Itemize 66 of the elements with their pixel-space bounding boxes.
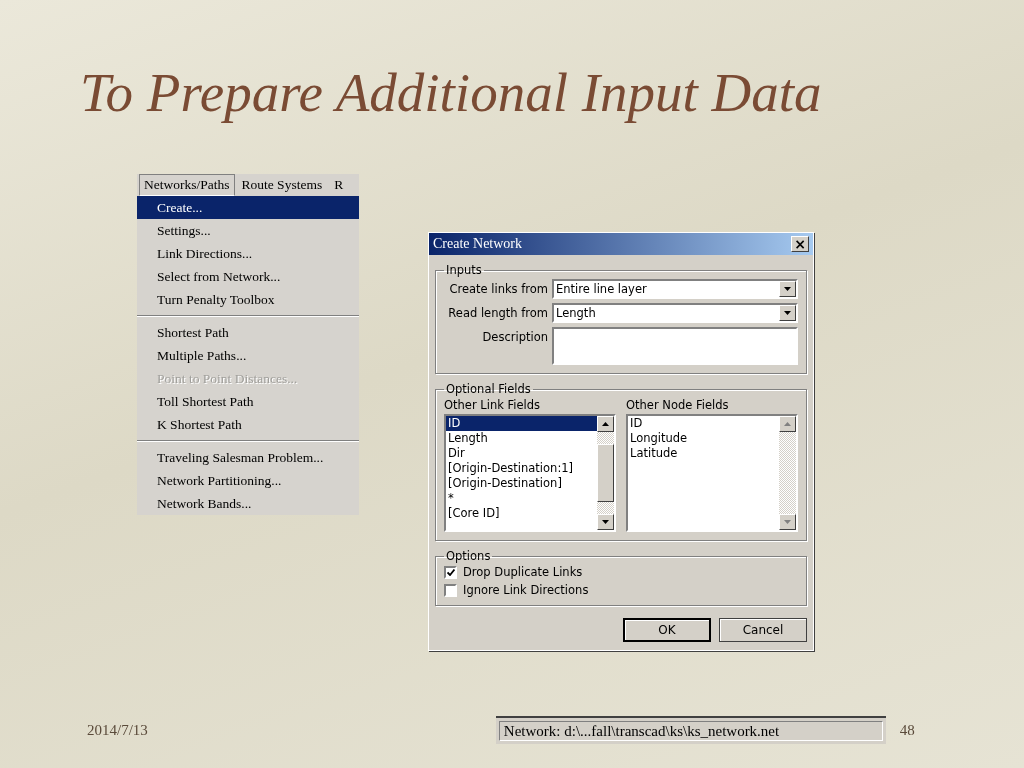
- menubar-item[interactable]: Route Systems: [236, 174, 328, 196]
- menu-item[interactable]: Turn Penalty Toolbox: [137, 288, 359, 311]
- dropdown-field[interactable]: Entire line layer: [552, 279, 798, 299]
- page-number: 48: [899, 721, 915, 739]
- list-item[interactable]: ID: [628, 416, 779, 431]
- list-item[interactable]: Latitude: [628, 446, 779, 461]
- scrollbar[interactable]: [779, 416, 796, 530]
- list-item[interactable]: *: [446, 491, 597, 506]
- group-label: Options: [445, 549, 492, 563]
- checkbox[interactable]: [444, 565, 457, 579]
- checkbox[interactable]: [444, 583, 457, 597]
- scroll-up-button[interactable]: [779, 416, 796, 432]
- checkmark-icon: [446, 568, 455, 576]
- list-label: Other Link Fields: [444, 398, 542, 412]
- list-label: Other Node Fields: [626, 398, 730, 412]
- slide-date: 2014/7/13: [87, 721, 148, 739]
- list-item[interactable]: [Origin-Destination:1]: [446, 461, 597, 476]
- dropdown-button[interactable]: [779, 281, 796, 297]
- dropdown-button[interactable]: [779, 305, 796, 321]
- list-item[interactable]: Longitude: [628, 431, 779, 446]
- menu-item[interactable]: Shortest Path: [137, 321, 359, 344]
- scroll-down-button[interactable]: [779, 514, 796, 530]
- close-button[interactable]: ×: [791, 236, 809, 252]
- dialog-button[interactable]: OK: [623, 618, 711, 642]
- menu-item[interactable]: Link Directions...: [137, 242, 359, 265]
- status-text: Network: d:\...fall\transcad\ks\ks_network.net: [498, 721, 883, 741]
- list-box[interactable]: ID Longitude Latitude: [626, 414, 798, 532]
- dialog-button[interactable]: Cancel: [719, 618, 807, 642]
- menu-item[interactable]: Traveling Salesman Problem...: [137, 446, 359, 469]
- list-item[interactable]: ID: [446, 416, 597, 431]
- field-label: Read length from: [447, 305, 548, 320]
- menu-item[interactable]: Network Partitioning...: [137, 469, 359, 492]
- up-arrow-icon: [602, 422, 609, 426]
- scroll-thumb[interactable]: [597, 444, 614, 502]
- menu-item[interactable]: Settings...: [137, 219, 359, 242]
- menu-item[interactable]: Toll Shortest Path: [137, 390, 359, 413]
- menubar-item[interactable]: Networks/Paths: [139, 174, 235, 196]
- menu-item[interactable]: K Shortest Path: [137, 413, 359, 436]
- field-label: Create links from: [448, 281, 548, 296]
- up-arrow-icon: [784, 422, 791, 426]
- list-item[interactable]: Length: [446, 431, 597, 446]
- group-label: Inputs: [445, 263, 483, 277]
- menu-item[interactable]: Create...: [137, 196, 359, 219]
- scroll-down-button[interactable]: [597, 514, 614, 530]
- field-label: Description: [481, 329, 548, 344]
- caret-icon: [784, 311, 791, 315]
- group-label: Optional Fields: [445, 382, 532, 396]
- down-arrow-icon: [602, 520, 609, 524]
- dropdown-field[interactable]: Length: [552, 303, 798, 323]
- description-field[interactable]: [552, 327, 798, 365]
- down-arrow-icon: [784, 520, 791, 524]
- menu-item[interactable]: Multiple Paths...: [137, 344, 359, 367]
- caret-icon: [784, 287, 791, 291]
- list-item[interactable]: Dir: [446, 446, 597, 461]
- list-item[interactable]: [Core ID]: [446, 506, 597, 521]
- scrollbar[interactable]: [597, 416, 614, 530]
- list-item[interactable]: [Origin-Destination]: [446, 476, 597, 491]
- menu-item[interactable]: Network Bands...: [137, 492, 359, 515]
- menubar-item[interactable]: R: [329, 174, 349, 196]
- checkbox-label: Drop Duplicate Links: [463, 565, 583, 579]
- slide-title: To Prepare Additional Input Data: [80, 62, 822, 124]
- list-box[interactable]: ID Length Dir [Origin-Destination:1] [Origin-Destination] * [Core ID]: [444, 414, 616, 532]
- menu-item[interactable]: Select from Network...: [137, 265, 359, 288]
- checkbox-label: Ignore Link Directions: [463, 583, 589, 597]
- scroll-up-button[interactable]: [597, 416, 614, 432]
- window-title: Create Network: [433, 236, 523, 252]
